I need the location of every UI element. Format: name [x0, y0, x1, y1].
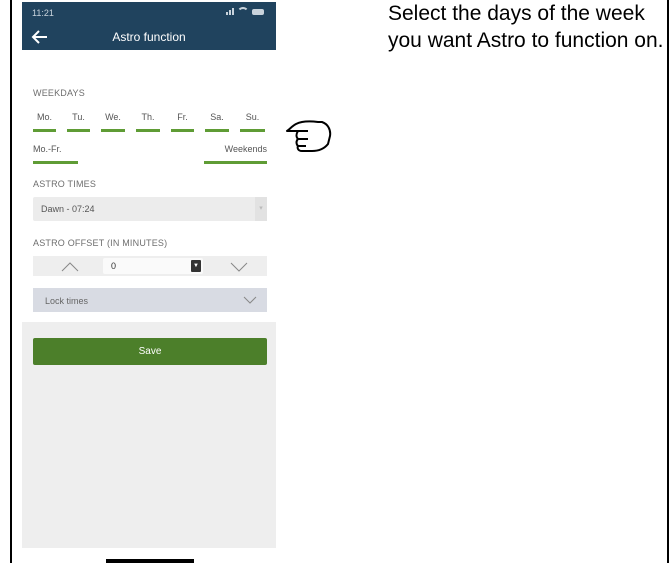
decrement-button[interactable] — [210, 256, 268, 276]
increment-button[interactable] — [41, 256, 99, 276]
page-title: Astro function — [112, 30, 186, 44]
pointing-hand-icon — [286, 120, 332, 152]
day-selected-indicator — [33, 129, 56, 132]
signal-icon — [226, 8, 234, 15]
preset-weekends-button[interactable]: Weekends — [204, 144, 267, 164]
day-selected-indicator — [67, 129, 90, 132]
day-toggle-su[interactable]: Su. — [240, 112, 265, 132]
day-label: Su. — [245, 112, 260, 122]
day-selected-indicator — [240, 129, 265, 132]
offset-value: 0 — [111, 261, 117, 271]
astro-offset-stepper: 0 ▼ — [33, 256, 267, 276]
phone-screen: 11:21 Astro function WEEKDAYS Mo. Tu. We… — [22, 2, 276, 548]
instruction-text: Select the days of the week you want Ast… — [388, 2, 664, 52]
day-label: Tu. — [72, 112, 85, 122]
day-label: Th. — [141, 112, 155, 122]
day-toggle-we[interactable]: We. — [101, 112, 125, 132]
wifi-icon — [237, 7, 249, 15]
preset-selected-indicator — [33, 161, 78, 164]
day-toggle-mo[interactable]: Mo. — [33, 112, 56, 132]
home-indicator — [106, 559, 194, 563]
dropdown-arrow-icon[interactable]: ▼ — [191, 260, 201, 272]
day-label: Sa. — [210, 112, 224, 122]
save-button[interactable]: Save — [33, 338, 267, 365]
preset-selected-indicator — [204, 161, 267, 164]
astro-times-select[interactable]: Dawn - 07:24 ▾ — [33, 197, 267, 221]
chevron-down-icon — [230, 262, 248, 272]
astro-times-label: ASTRO TIMES — [33, 179, 97, 189]
status-icons — [226, 7, 264, 15]
offset-input[interactable]: 0 ▼ — [103, 258, 203, 274]
dropdown-arrow-icon: ▾ — [255, 197, 267, 221]
day-label: We. — [105, 112, 121, 122]
day-toggle-sa[interactable]: Sa. — [205, 112, 229, 132]
preset-label: Weekends — [224, 144, 267, 154]
day-label: Fr. — [177, 112, 188, 122]
day-toggle-fr[interactable]: Fr. — [171, 112, 194, 132]
day-selected-indicator — [101, 129, 125, 132]
status-time: 11:21 — [32, 8, 54, 18]
lock-times-label: Lock times — [45, 296, 89, 306]
weekdays-label: WEEKDAYS — [33, 88, 85, 98]
day-toggle-th[interactable]: Th. — [136, 112, 160, 132]
day-toggle-tu[interactable]: Tu. — [67, 112, 90, 132]
astro-times-value: Dawn - 07:24 — [41, 204, 95, 214]
lock-times-dropdown[interactable]: Lock times — [33, 288, 267, 312]
status-bar: 11:21 — [22, 2, 276, 24]
chevron-up-icon — [61, 262, 79, 272]
day-selected-indicator — [205, 129, 229, 132]
day-label: Mo. — [36, 112, 52, 122]
day-selected-indicator — [136, 129, 160, 132]
preset-label: Mo.-Fr. — [33, 144, 62, 154]
preset-weekdays-button[interactable]: Mo.-Fr. — [33, 144, 78, 164]
astro-offset-label: ASTRO OFFSET (IN MINUTES) — [33, 238, 168, 248]
battery-icon — [252, 9, 264, 15]
day-selected-indicator — [171, 129, 194, 132]
nav-bar: Astro function — [22, 24, 276, 50]
footer-area: Save — [22, 322, 276, 548]
chevron-down-icon — [243, 296, 257, 304]
